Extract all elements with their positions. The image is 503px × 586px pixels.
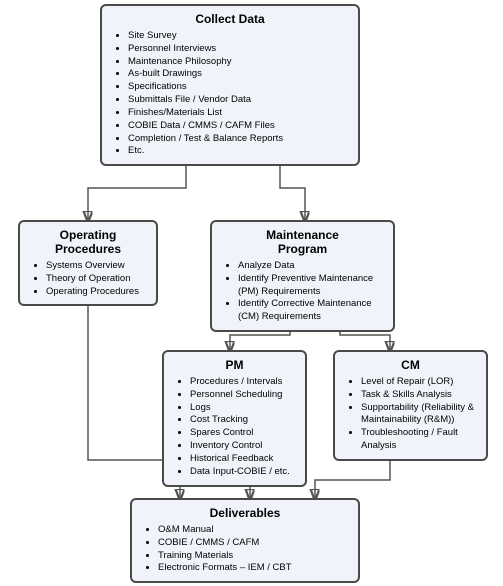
- collect-data-box: Collect Data Site Survey Personnel Inter…: [100, 4, 360, 166]
- collect-data-list: Site Survey Personnel Interviews Mainten…: [112, 30, 348, 158]
- operating-procedures-list: Systems Overview Theory of Operation Ope…: [30, 260, 146, 298]
- cm-box: CM Level of Repair (LOR) Task & Skills A…: [333, 350, 488, 461]
- pm-box: PM Procedures / Intervals Personnel Sche…: [162, 350, 307, 487]
- cm-list: Level of Repair (LOR) Task & Skills Anal…: [345, 376, 476, 453]
- deliverables-list: O&M Manual COBIE / CMMS / CAFM Training …: [142, 524, 348, 575]
- deliverables-title: Deliverables: [142, 506, 348, 520]
- operating-procedures-title: Operating Procedures: [30, 228, 146, 256]
- maintenance-program-title: Maintenance Program: [222, 228, 383, 256]
- diagram: Collect Data Site Survey Personnel Inter…: [0, 0, 503, 586]
- deliverables-box: Deliverables O&M Manual COBIE / CMMS / C…: [130, 498, 360, 583]
- pm-title: PM: [174, 358, 295, 372]
- collect-data-title: Collect Data: [112, 12, 348, 26]
- pm-list: Procedures / Intervals Personnel Schedul…: [174, 376, 295, 479]
- maintenance-program-list: Analyze Data Identify Preventive Mainten…: [222, 260, 383, 324]
- maintenance-program-box: Maintenance Program Analyze Data Identif…: [210, 220, 395, 332]
- operating-procedures-box: Operating Procedures Systems Overview Th…: [18, 220, 158, 306]
- cm-title: CM: [345, 358, 476, 372]
